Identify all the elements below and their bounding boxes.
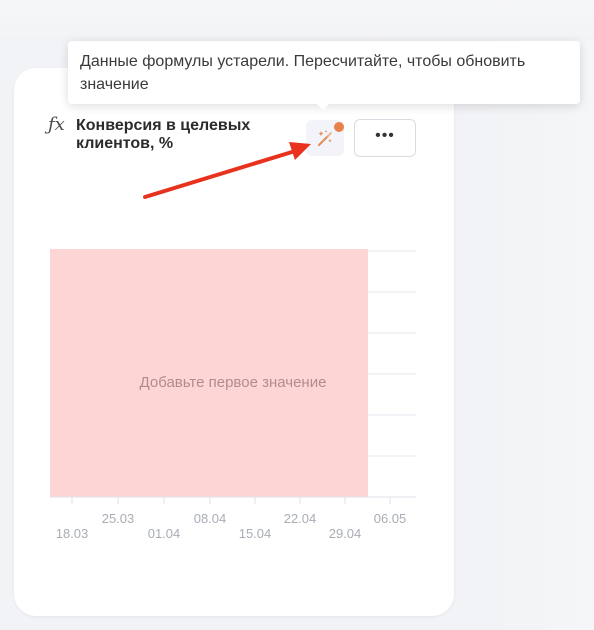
stale-formula-tooltip: Данные формулы устарели. Пересчитайте, ч… xyxy=(68,41,580,104)
card-title: Конверсия в целевых клиентов, % xyxy=(76,117,251,152)
background-band xyxy=(0,0,594,40)
stale-indicator-dot xyxy=(334,122,344,132)
magic-wand-icon xyxy=(318,130,332,146)
fx-icon: ƒx xyxy=(48,114,65,135)
more-options-button[interactable]: ••• xyxy=(354,119,416,157)
side-panel xyxy=(492,40,594,630)
tooltip-arrow xyxy=(315,102,331,110)
